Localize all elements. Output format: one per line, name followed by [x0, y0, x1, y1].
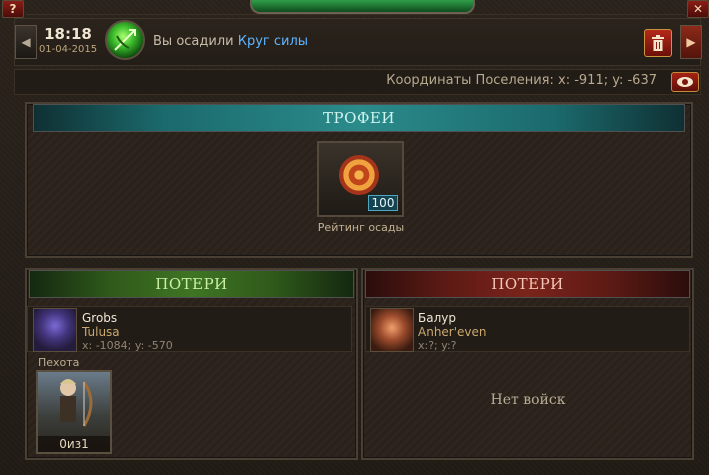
defender-name[interactable]: Балур: [418, 311, 456, 325]
attacker-coordinates: x: -1084; y: -570: [82, 339, 173, 352]
defender-losses-title: ПОТЕРИ: [365, 270, 690, 298]
attacker-avatar[interactable]: [33, 308, 77, 352]
defender-coordinates: x:?; y:?: [418, 339, 457, 352]
settlement-coordinates: Координаты Поселения: x: -911; y: -637: [386, 73, 657, 88]
chevron-right-icon: ▶: [686, 35, 696, 49]
defender-city[interactable]: Anher'even: [418, 325, 487, 339]
eye-icon: [677, 77, 693, 87]
archer-unit-card[interactable]: 0из1: [36, 370, 112, 454]
top-ornament: [250, 0, 475, 14]
event-description: Вы осадили Круг силы: [153, 34, 308, 49]
delete-report-button[interactable]: [644, 29, 672, 57]
report-time: 18:18: [44, 25, 92, 43]
chevron-left-icon: ◀: [21, 35, 31, 49]
event-prefix: Вы осадили: [153, 34, 234, 49]
trophy-label: Рейтинг осады: [317, 221, 405, 234]
trophies-title: ТРОФЕИ: [33, 104, 685, 132]
attacker-losses-title: ПОТЕРИ: [29, 270, 354, 298]
close-button[interactable]: ✕: [687, 0, 709, 18]
defender-avatar[interactable]: [370, 308, 414, 352]
help-button[interactable]: ?: [2, 0, 24, 18]
trophy-count: 100: [368, 195, 398, 211]
attacker-city[interactable]: Tulusa: [82, 325, 120, 339]
report-date: 01-04-2015: [38, 44, 98, 55]
target-icon: [339, 155, 379, 195]
no-troops-message: Нет войск: [490, 392, 566, 408]
previous-report-button[interactable]: ◀: [15, 25, 37, 59]
archer-unit-icon: [60, 379, 93, 427]
timestamp: 18:18 01-04-2015: [38, 19, 98, 63]
bow-arrow-glyph: [114, 29, 136, 51]
bow-arrow-icon: [105, 20, 145, 60]
next-report-button[interactable]: ▶: [680, 25, 702, 59]
unit-type-label: Пехота: [38, 356, 80, 369]
unit-count: 0из1: [38, 436, 110, 452]
attacker-name[interactable]: Grobs: [82, 311, 117, 325]
target-link[interactable]: Круг силы: [238, 34, 308, 49]
view-location-button[interactable]: [671, 72, 699, 92]
siege-rating-trophy[interactable]: 100: [317, 141, 404, 217]
trash-icon: [652, 35, 664, 51]
